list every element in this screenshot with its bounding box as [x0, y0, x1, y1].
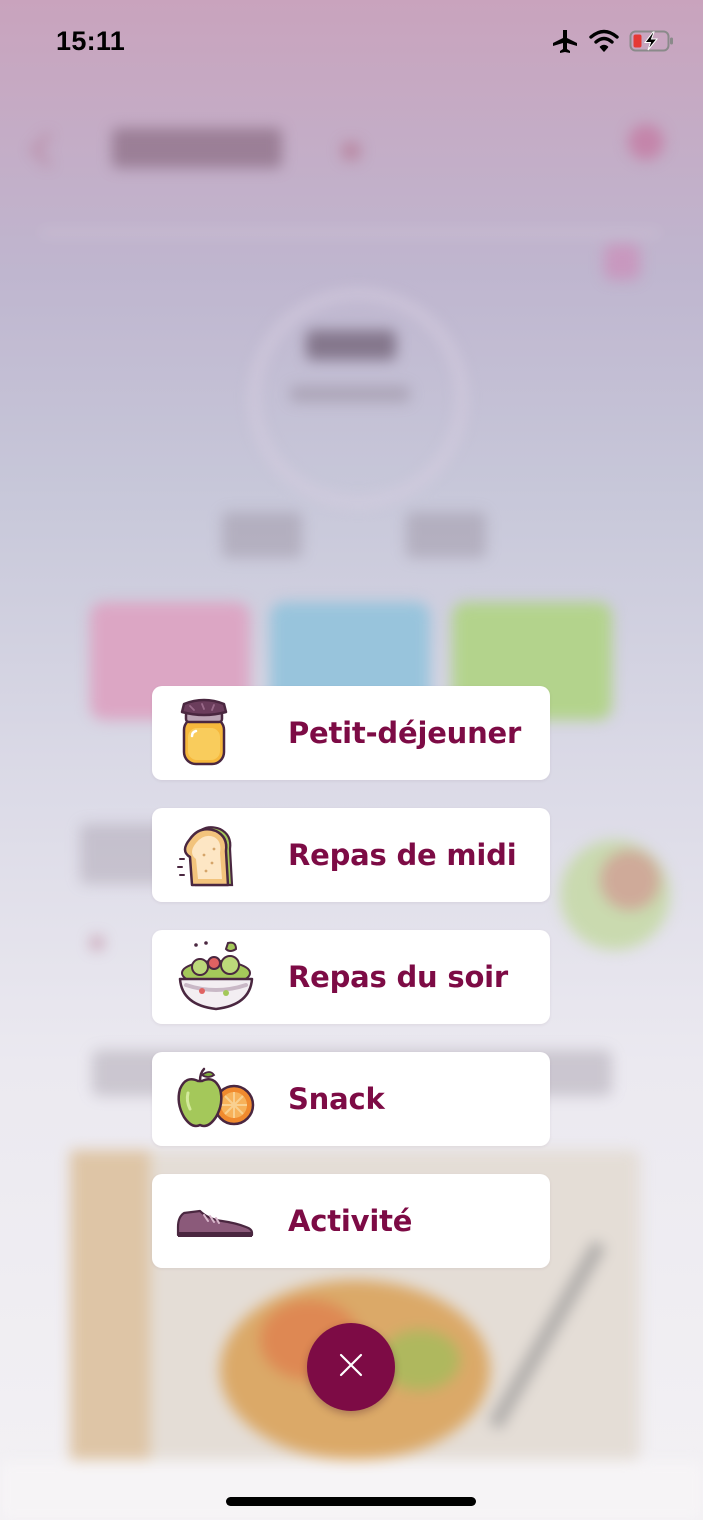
airplane-icon: [551, 28, 579, 58]
status-bar: 15:11: [0, 0, 703, 86]
close-icon: [338, 1352, 364, 1382]
sneaker-icon: [174, 1174, 270, 1268]
menu-item-breakfast[interactable]: Petit-déjeuner: [152, 686, 550, 780]
menu-item-lunch[interactable]: Repas de midi: [152, 808, 550, 902]
close-button[interactable]: [307, 1323, 395, 1411]
apple-orange-icon: [174, 1052, 270, 1146]
status-time: 15:11: [56, 26, 126, 56]
battery-charging-icon: [629, 29, 675, 57]
status-icons: [551, 28, 675, 58]
menu-item-label: Snack: [288, 1082, 385, 1116]
menu-item-activity[interactable]: Activité: [152, 1174, 550, 1268]
menu-item-label: Repas de midi: [288, 838, 517, 872]
honey-jar-icon: [174, 686, 270, 780]
sandwich-icon: [174, 808, 270, 902]
home-indicator[interactable]: [226, 1497, 476, 1506]
menu-item-label: Repas du soir: [288, 960, 509, 994]
menu-item-snack[interactable]: Snack: [152, 1052, 550, 1146]
wifi-icon: [589, 29, 619, 57]
menu-item-dinner[interactable]: Repas du soir: [152, 930, 550, 1024]
add-entry-menu: Petit-déjeuner Repas de midi Repas du so…: [152, 686, 550, 1268]
menu-item-label: Petit-déjeuner: [288, 716, 522, 750]
salad-bowl-icon: [174, 930, 270, 1024]
menu-item-label: Activité: [288, 1204, 413, 1238]
